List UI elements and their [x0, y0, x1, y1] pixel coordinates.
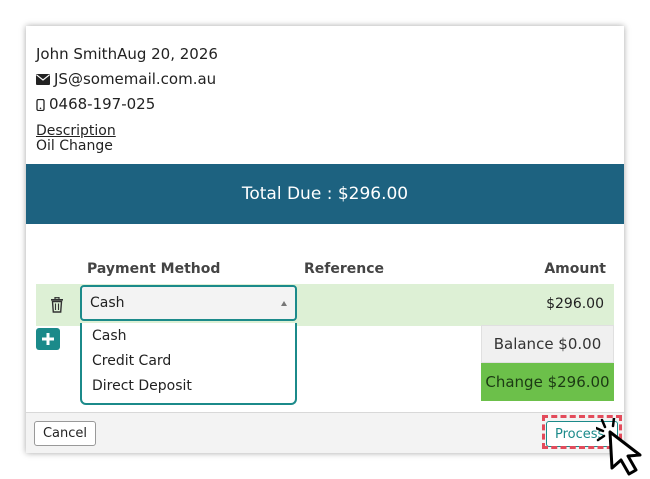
dropdown-option-direct-deposit[interactable]: Direct Deposit [82, 376, 295, 401]
customer-email-line: JS@somemail.com.au [36, 67, 218, 92]
plus-icon [42, 333, 54, 345]
total-due-label: Total Due : $296.00 [241, 184, 409, 204]
header-reference: Reference [304, 261, 385, 277]
payment-modal: John Smith Aug 20, 2026 JS@somemail.com.a… [26, 26, 624, 453]
customer-phone-line: 0468-197-025 [36, 92, 218, 117]
payment-method-value: Cash [90, 295, 125, 311]
customer-email: JS@somemail.com.au [54, 70, 217, 88]
mobile-phone-icon [36, 98, 45, 111]
trash-icon[interactable] [50, 297, 64, 313]
caret-up-icon [281, 301, 287, 306]
payment-row: Cash $296.00 [36, 284, 614, 326]
customer-info: John Smith Aug 20, 2026 JS@somemail.com.a… [36, 42, 218, 154]
change-label: Change $296.00 [485, 373, 610, 391]
dropdown-option-credit-card[interactable]: Credit Card [82, 351, 295, 376]
envelope-icon [36, 74, 50, 85]
description-value: Oil Change [36, 138, 113, 154]
cancel-button[interactable]: Cancel [34, 421, 96, 446]
customer-phone: 0468-197-025 [49, 95, 156, 113]
modal-footer: Cancel Process [26, 412, 624, 453]
balance-box: Balance $0.00 [481, 325, 614, 363]
pointer-cursor-icon [596, 418, 642, 476]
add-payment-button[interactable] [36, 328, 60, 350]
payment-method-select[interactable]: Cash [80, 285, 297, 321]
customer-name: John Smith [36, 45, 118, 63]
customer-name-date: John Smith Aug 20, 2026 [36, 42, 218, 67]
payment-amount: $296.00 [546, 296, 604, 312]
customer-date: Aug 20, 2026 [117, 45, 218, 63]
description-label: Description [36, 123, 116, 139]
change-box: Change $296.00 [481, 363, 614, 401]
header-amount: Amount [544, 261, 606, 277]
header-payment-method: Payment Method [87, 261, 221, 277]
dropdown-option-cash[interactable]: Cash [82, 326, 295, 351]
payment-method-dropdown: Cash Credit Card Direct Deposit [80, 323, 297, 405]
total-due-bar: Total Due : $296.00 [26, 164, 624, 224]
balance-label: Balance $0.00 [493, 335, 602, 353]
